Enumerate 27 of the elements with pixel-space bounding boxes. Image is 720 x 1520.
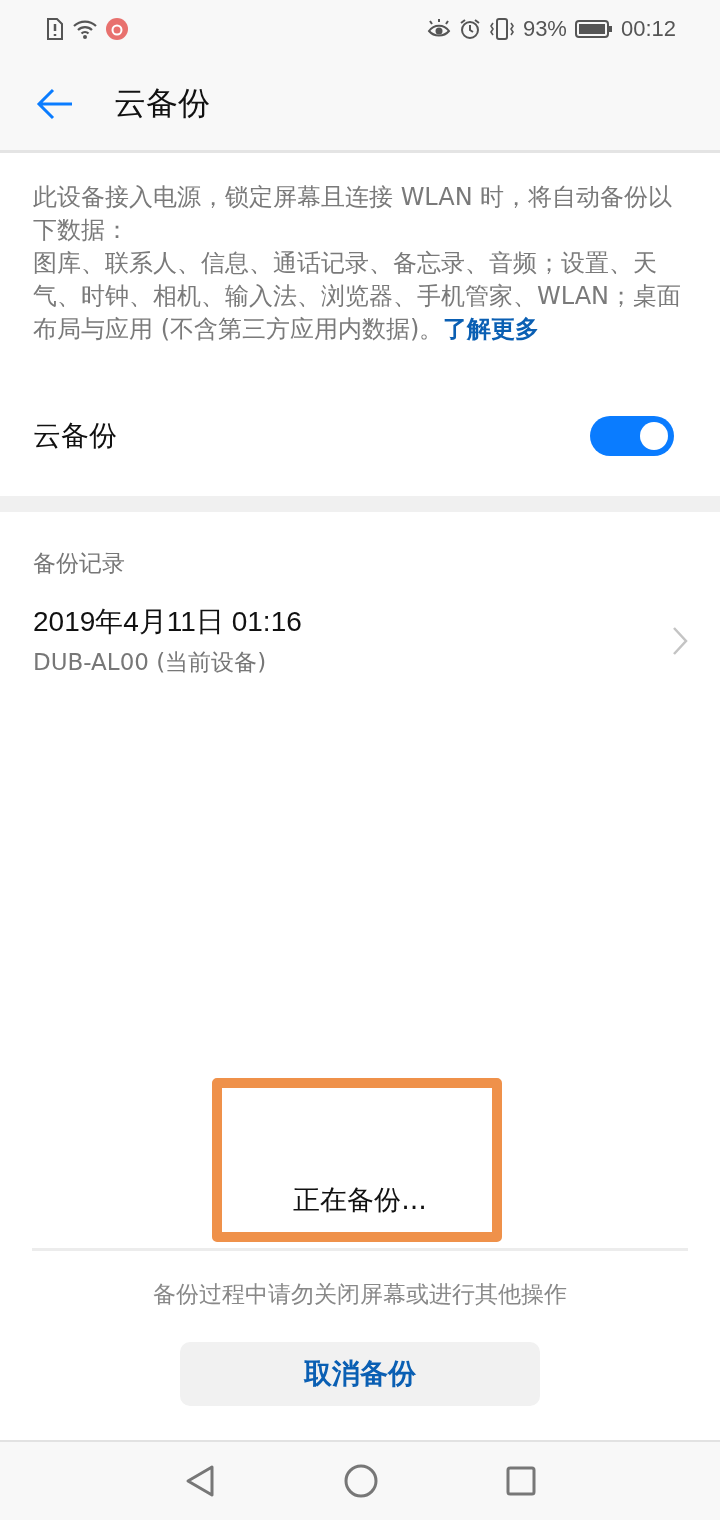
cloud-backup-switch[interactable] xyxy=(590,416,674,456)
eye-icon xyxy=(426,19,451,39)
vibrate-icon xyxy=(488,17,515,41)
record-device: DUB-AL00 (当前设备) xyxy=(33,648,268,677)
app-notification-icon xyxy=(106,18,128,40)
cancel-backup-button[interactable]: 取消备份 xyxy=(180,1342,540,1406)
home-nav-icon[interactable] xyxy=(344,1464,378,1498)
battery-icon xyxy=(574,19,613,39)
backup-note: 备份过程中请勿关闭屏幕或进行其他操作 xyxy=(153,1280,567,1309)
learn-more-link[interactable]: 了解更多 xyxy=(443,315,540,343)
section-header: 备份记录 xyxy=(32,549,126,578)
backup-status: 正在备份... xyxy=(293,1183,427,1217)
battery-percentage: 93% xyxy=(522,16,567,42)
chevron-right-icon xyxy=(672,625,688,656)
page-title: 云备份 xyxy=(114,83,210,124)
back-nav-icon[interactable] xyxy=(184,1464,216,1498)
back-arrow-icon[interactable] xyxy=(36,88,74,120)
wifi-icon xyxy=(72,18,98,40)
description-text: 此设备接入电源，锁定屏幕且连接 WLAN 时，将自动备份以下数据： xyxy=(33,182,674,246)
toggle-label: 云备份 xyxy=(33,418,117,454)
description-text: 图库、联系人、信息、通话记录、备忘录、音频；设置、天气、时钟、相机、输入法、浏览器、手机管家、WLAN；桌面布局与应用 (不含第三方应用内数据)。了解更多 xyxy=(33,248,683,345)
alarm-icon xyxy=(458,18,481,40)
clock-time: 00:12 xyxy=(620,16,676,42)
backup-record-item[interactable]: 2019年4月11日 01:16 DUB-AL00 (当前设备) xyxy=(0,589,720,692)
recents-nav-icon[interactable] xyxy=(506,1466,536,1496)
sim-alert-icon xyxy=(46,17,64,41)
record-date: 2019年4月11日 01:16 xyxy=(33,605,302,639)
